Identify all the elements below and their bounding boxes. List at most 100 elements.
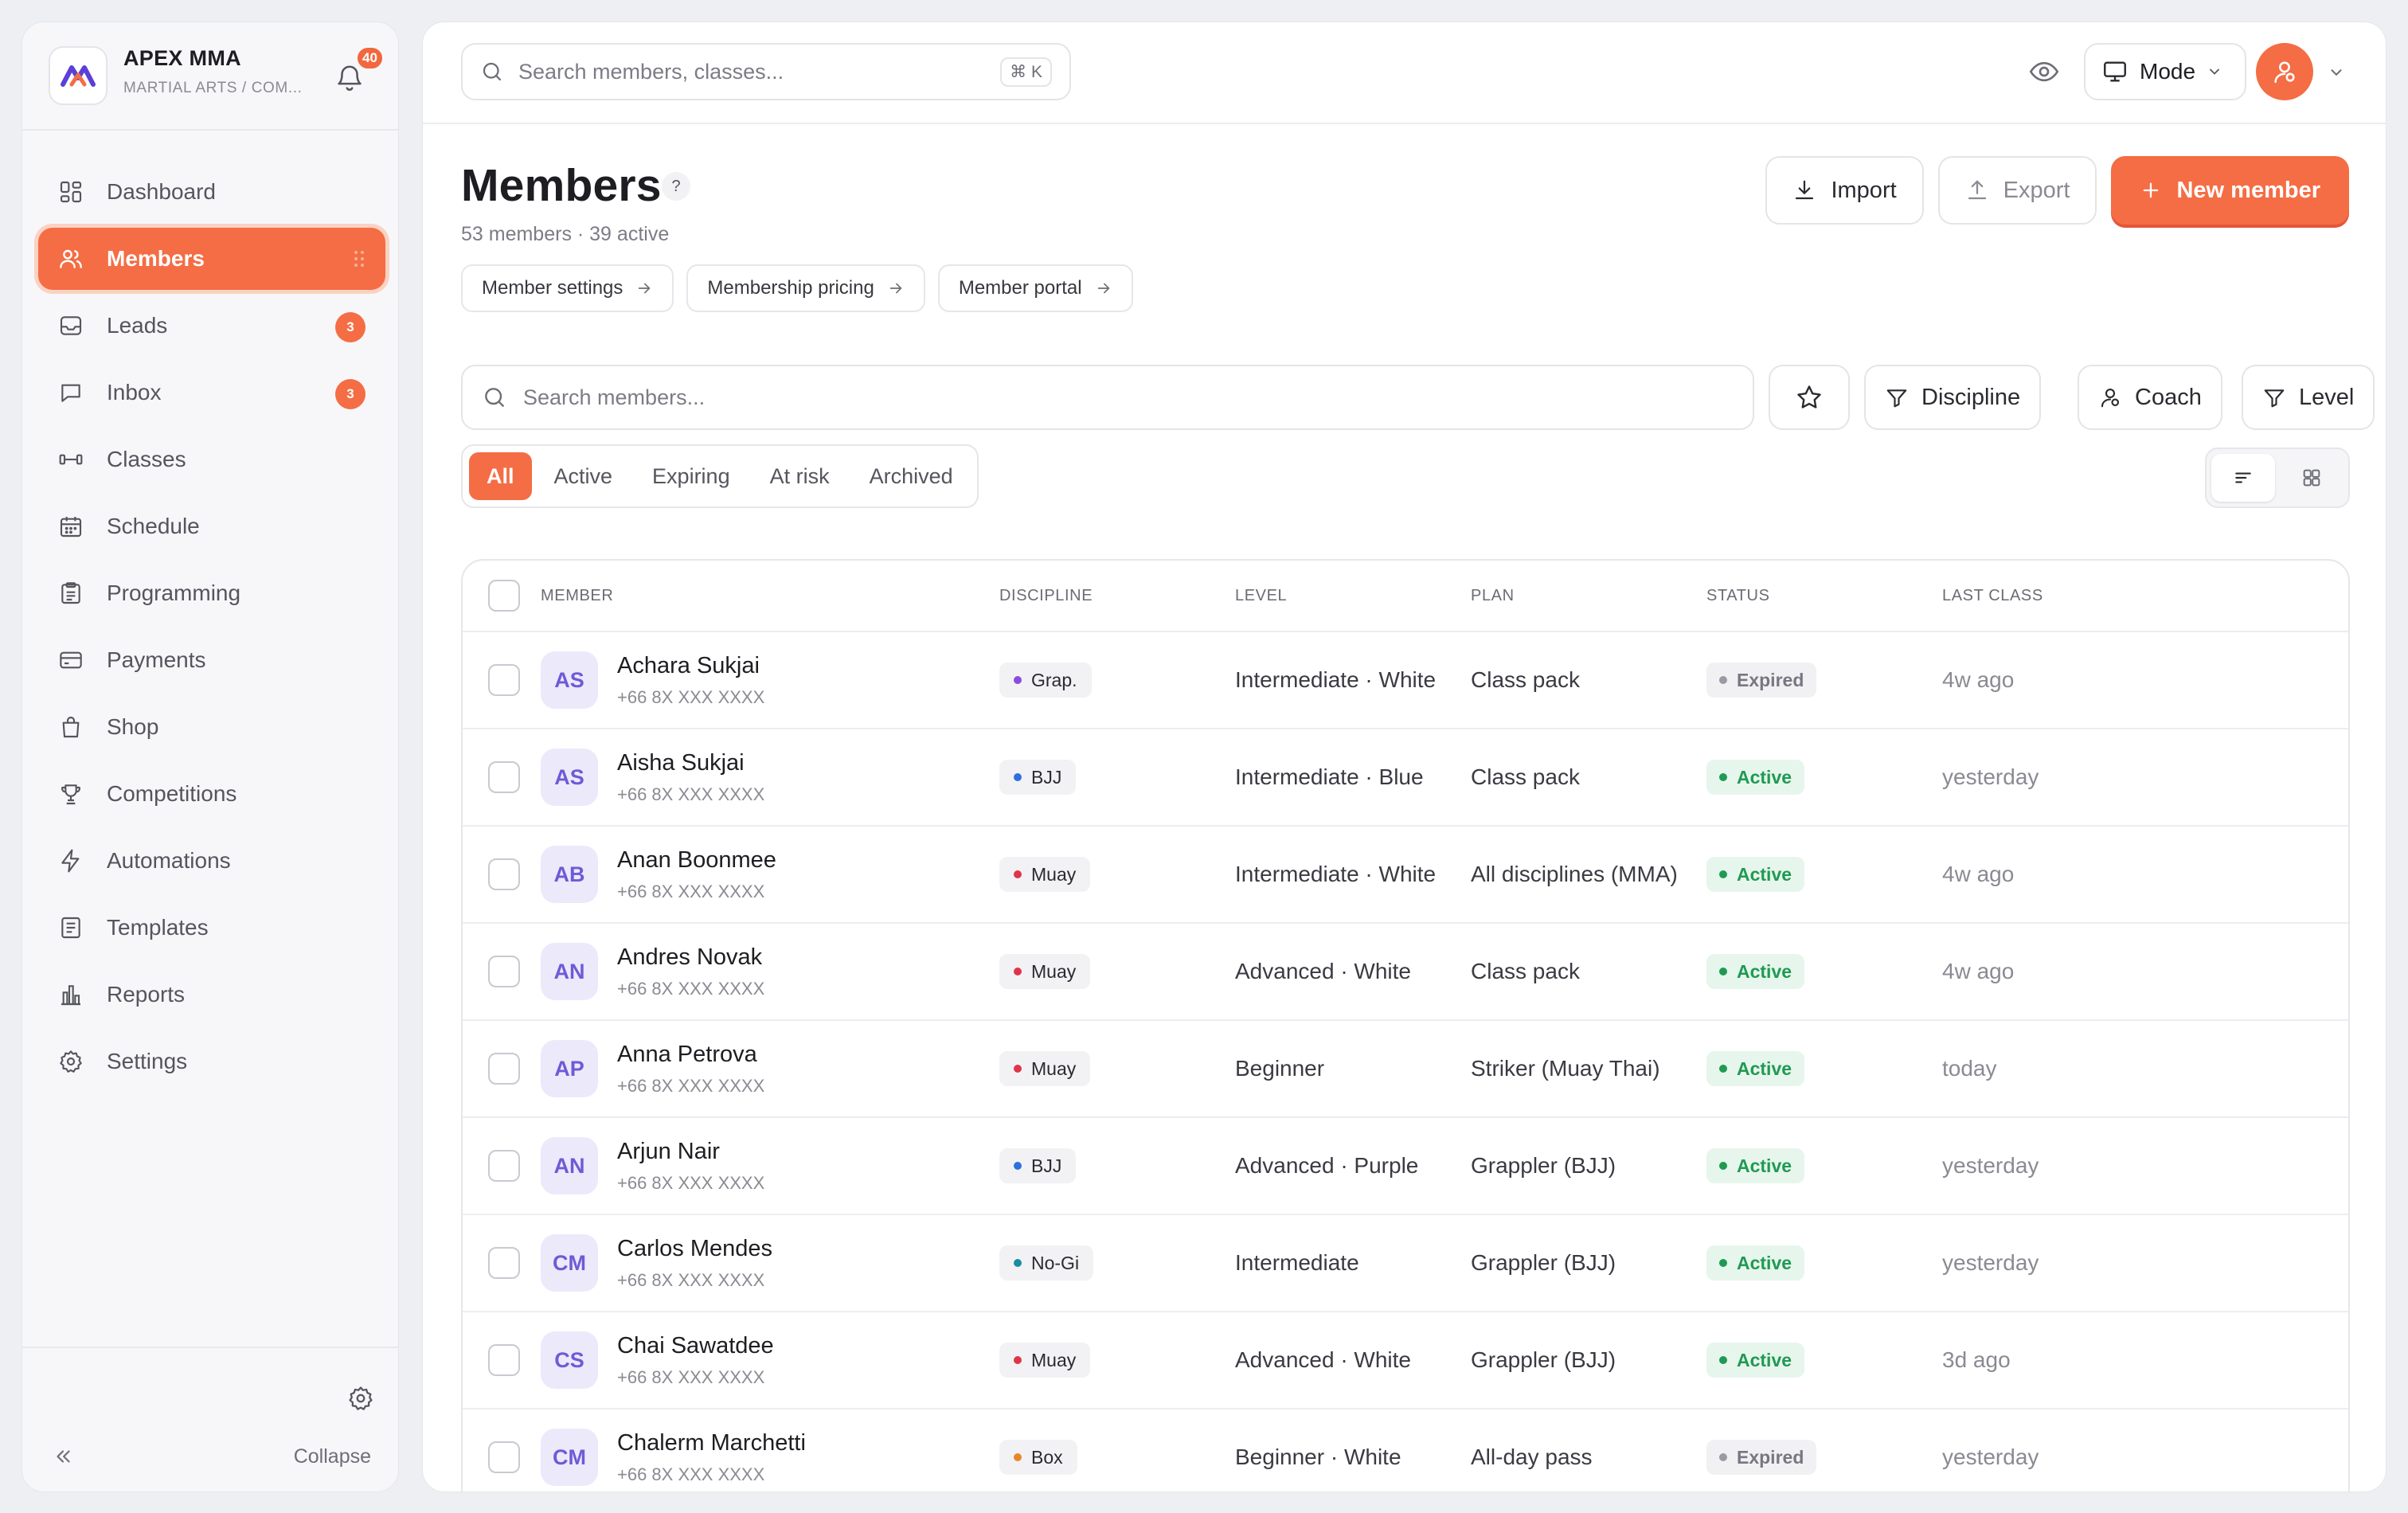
sidebar-item-templates[interactable]: Templates	[38, 897, 385, 959]
row-checkbox[interactable]	[488, 1344, 520, 1376]
member-name[interactable]: Andres Novak	[617, 944, 764, 971]
sidebar-item-settings[interactable]: Settings	[38, 1030, 385, 1093]
global-search-placeholder: Search members, classes...	[518, 59, 784, 84]
sidebar-footer: Collapse	[22, 1347, 398, 1491]
import-button[interactable]: Import	[1765, 156, 1924, 225]
member-avatar: AN	[541, 943, 598, 1000]
row-checkbox[interactable]	[488, 664, 520, 696]
brand-logo[interactable]	[49, 46, 108, 105]
status-badge: Active	[1706, 857, 1805, 892]
sidebar-item-leads[interactable]: Leads 3	[38, 295, 385, 357]
new-member-button[interactable]: New member	[2111, 156, 2349, 225]
last-class: yesterday	[1942, 1445, 2039, 1469]
import-label: Import	[1831, 177, 1897, 203]
global-search-input[interactable]: Search members, classes... ⌘ K	[461, 43, 1071, 100]
column-header-discipline[interactable]: DISCIPLINE	[999, 587, 1235, 605]
collapse-sidebar-button[interactable]: Collapse	[53, 1441, 371, 1472]
tab-at-risk[interactable]: At risk	[752, 452, 847, 500]
row-checkbox[interactable]	[488, 761, 520, 793]
sidebar-item-automations[interactable]: Automations	[38, 830, 385, 892]
tab-all[interactable]: All	[469, 452, 532, 500]
member-search-input[interactable]: Search members...	[461, 365, 1754, 430]
workspace-settings-gear-icon[interactable]	[347, 1385, 374, 1412]
eye-icon[interactable]	[2028, 56, 2060, 88]
member-name[interactable]: Carlos Mendes	[617, 1236, 772, 1262]
favorites-filter-button[interactable]	[1769, 365, 1850, 430]
new-member-label: New member	[2176, 177, 2320, 203]
membership-pricing-link[interactable]: Membership pricing	[686, 264, 925, 312]
sidebar-item-inbox[interactable]: Inbox 3	[38, 362, 385, 424]
discipline-label: Muay	[1031, 960, 1077, 982]
row-checkbox[interactable]	[488, 1441, 520, 1473]
discipline-label: Muay	[1031, 1058, 1077, 1079]
sidebar-item-competitions[interactable]: Competitions	[38, 763, 385, 825]
row-checkbox[interactable]	[488, 858, 520, 890]
discipline-dot	[1014, 1162, 1022, 1170]
tab-active[interactable]: Active	[537, 452, 631, 500]
list-view-button[interactable]	[2211, 454, 2275, 502]
status-badge: Expired	[1706, 1440, 1817, 1475]
discipline-chip: No-Gi	[999, 1245, 1094, 1280]
sidebar-item-classes[interactable]: Classes	[38, 428, 385, 491]
member-settings-link[interactable]: Member settings	[461, 264, 674, 312]
member-plan: Striker (Muay Thai)	[1471, 1056, 1660, 1081]
tab-expiring[interactable]: Expiring	[635, 452, 748, 500]
table-row[interactable]: CS Chai Sawatdee +66 8X XXX XXXX Muay Advanc…	[463, 1312, 2348, 1409]
filter-funnel-icon	[2262, 385, 2286, 409]
sidebar-item-shop[interactable]: Shop	[38, 696, 385, 758]
grid-view-button[interactable]	[2280, 454, 2344, 502]
export-button[interactable]: Export	[1937, 156, 2097, 225]
sidebar-item-schedule[interactable]: Schedule	[38, 495, 385, 557]
member-name[interactable]: Chai Sawatdee	[617, 1333, 774, 1359]
row-checkbox[interactable]	[488, 1150, 520, 1182]
help-icon[interactable]: ?	[662, 172, 690, 201]
member-phone: +66 8X XXX XXXX	[617, 1464, 765, 1484]
arrow-right-icon	[887, 280, 905, 297]
column-header-last-class[interactable]: LAST CLASS	[1942, 587, 2181, 605]
status-badge: Active	[1706, 1051, 1805, 1086]
row-checkbox[interactable]	[488, 956, 520, 987]
table-row[interactable]: CM Carlos Mendes +66 8X XXX XXXX No-Gi Inter…	[463, 1215, 2348, 1312]
plus-icon	[2140, 179, 2162, 201]
column-header-level[interactable]: LEVEL	[1235, 587, 1471, 605]
drag-handle-icon[interactable]	[354, 250, 365, 268]
status-dot	[1719, 1065, 1727, 1073]
sidebar-item-members[interactable]: Members	[38, 228, 385, 290]
header-actions: Import Export New member	[1765, 156, 2349, 225]
member-phone: +66 8X XXX XXXX	[617, 784, 765, 804]
table-row[interactable]: AS Aisha Sukjai +66 8X XXX XXXX BJJ Intermed…	[463, 729, 2348, 827]
sidebar-item-payments[interactable]: Payments	[38, 629, 385, 691]
column-header-status[interactable]: STATUS	[1706, 587, 1942, 605]
table-row[interactable]: AP Anna Petrova +66 8X XXX XXXX Muay Beginne…	[463, 1021, 2348, 1118]
table-row[interactable]: AS Achara Sukjai +66 8X XXX XXXX Grap. Inter…	[463, 632, 2348, 729]
table-row[interactable]: AN Arjun Nair +66 8X XXX XXXX BJJ Advanced ·…	[463, 1118, 2348, 1215]
table-row[interactable]: CM Chalerm Marchetti +66 8X XXX XXXX Box Beg…	[463, 1409, 2348, 1491]
row-checkbox[interactable]	[488, 1247, 520, 1279]
member-name[interactable]: Anna Petrova	[617, 1042, 764, 1068]
user-avatar[interactable]	[2256, 43, 2313, 100]
sidebar-item-reports[interactable]: Reports	[38, 964, 385, 1026]
discipline-filter-button[interactable]: Discipline	[1864, 365, 2042, 430]
member-avatar: AN	[541, 1137, 598, 1194]
table-row[interactable]: AN Andres Novak +66 8X XXX XXXX Muay Advance…	[463, 924, 2348, 1021]
column-header-plan[interactable]: PLAN	[1471, 587, 1706, 605]
display-mode-dropdown[interactable]: Mode	[2084, 43, 2246, 100]
select-all-checkbox[interactable]	[488, 580, 520, 612]
member-name[interactable]: Aisha Sukjai	[617, 750, 764, 776]
coach-filter-button[interactable]: Coach	[2078, 365, 2222, 430]
main-panel: Search members, classes... ⌘ K Mode Memb…	[422, 22, 2386, 1492]
level-filter-button[interactable]: Level	[2242, 365, 2375, 430]
member-avatar: CM	[541, 1234, 598, 1292]
member-name[interactable]: Chalerm Marchetti	[617, 1430, 806, 1456]
sidebar-item-dashboard[interactable]: Dashboard	[38, 161, 385, 223]
account-menu-chevron-icon[interactable]	[2328, 64, 2345, 81]
table-row[interactable]: AB Anan Boonmee +66 8X XXX XXXX Muay Interme…	[463, 827, 2348, 924]
sidebar-item-programming[interactable]: Programming	[38, 562, 385, 624]
member-name[interactable]: Anan Boonmee	[617, 847, 776, 874]
column-header-member[interactable]: MEMBER	[541, 587, 999, 605]
tab-archived[interactable]: Archived	[852, 452, 971, 500]
member-name[interactable]: Arjun Nair	[617, 1139, 764, 1165]
row-checkbox[interactable]	[488, 1053, 520, 1085]
member-portal-link[interactable]: Member portal	[937, 264, 1133, 312]
member-name[interactable]: Achara Sukjai	[617, 653, 764, 679]
